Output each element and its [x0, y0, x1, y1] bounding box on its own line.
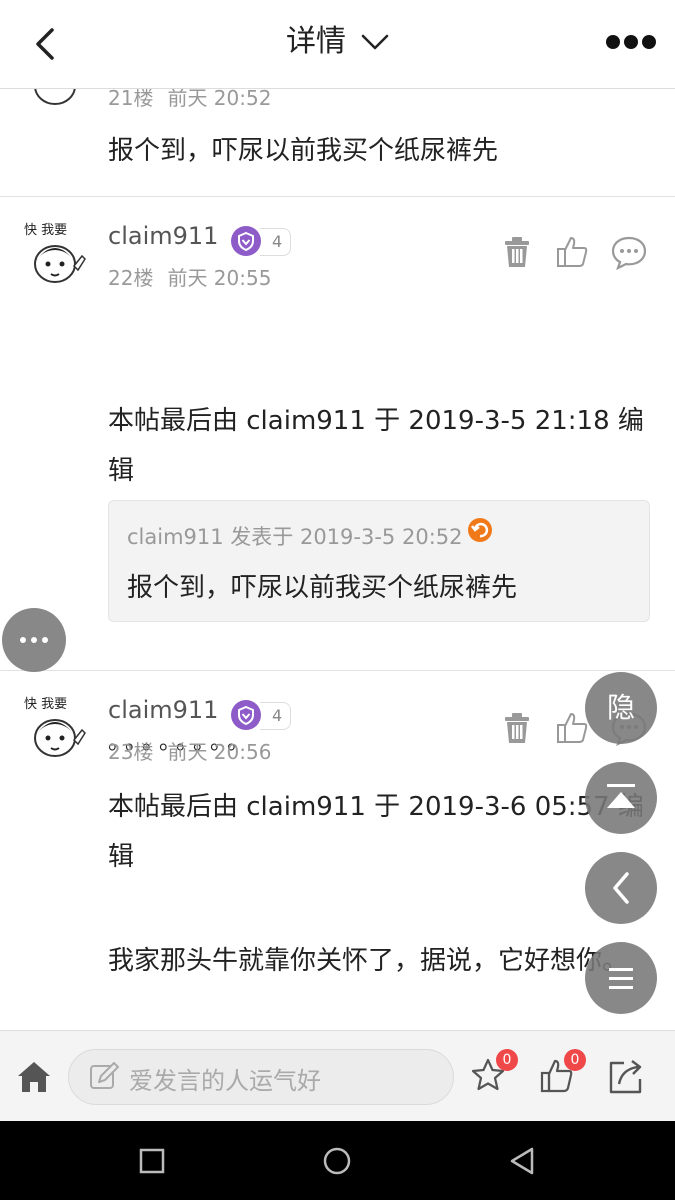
comment-icon [611, 236, 647, 271]
hide-label: 隐 [606, 691, 635, 724]
square-icon [139, 1148, 165, 1174]
floor-number: 22楼 [108, 266, 154, 290]
menu-button[interactable] [585, 942, 657, 1014]
edit-note: 本帖最后由 claim911 于 2019-3-5 21:18 编辑 [108, 406, 644, 486]
avatar-image [34, 88, 76, 105]
quick-actions-button[interactable] [2, 608, 66, 672]
thumbs-up-icon [557, 237, 588, 267]
reply-input[interactable]: 爱发言的人运气好 [68, 1049, 454, 1105]
post-22: 快 我要 claim911 4 22楼 前天 20:55 本帖最后由 claim… [0, 196, 675, 755]
post-time: 前天 20:52 [167, 88, 272, 110]
favorite-button[interactable]: 0 [470, 1049, 518, 1097]
share-icon [609, 1060, 642, 1094]
post-meta: 23楼 前天 20:56 [108, 736, 271, 765]
avatar[interactable]: 快 我要 [22, 694, 88, 760]
level-badge [231, 226, 261, 256]
top-bar: 详情 [0, 0, 675, 89]
bottom-toolbar: 爱发言的人运气好 0 0 [0, 1030, 675, 1122]
post-21: 21楼 前天 20:52 报个到，吓尿以前我买个纸尿裤先 [0, 88, 675, 197]
username[interactable]: claim911 [108, 696, 218, 724]
scroll-top-icon [607, 784, 635, 808]
post-23: 快 我要 claim911 4 23楼 前天 20:56 本帖最后由 claim… [0, 670, 675, 1030]
scroll-top-button[interactable] [585, 762, 657, 834]
favorite-count-badge: 0 [496, 1049, 518, 1071]
edit-icon [90, 1062, 119, 1089]
quote-text: 报个到，吓尿以前我买个纸尿裤先 [127, 573, 518, 603]
page-title: 详情 [285, 24, 346, 59]
home-icon [18, 1062, 50, 1092]
username[interactable]: claim911 [108, 222, 218, 250]
post-time: 前天 20:56 [167, 740, 272, 764]
level-badge [231, 700, 261, 730]
triangle-back-icon [510, 1147, 534, 1175]
avatar-caption: 快 我要 [24, 223, 67, 238]
avatar-caption: 快 我要 [24, 697, 67, 712]
post-time: 前天 20:55 [167, 266, 272, 290]
quote-meta: claim911 发表于 2019-3-5 20:52 [127, 525, 463, 549]
avatar-image: 快 我要 [24, 697, 86, 757]
system-nav-bar [0, 1121, 675, 1200]
back-nav-button[interactable] [506, 1145, 538, 1177]
more-icon [606, 35, 656, 49]
menu-icon [609, 968, 633, 989]
shield-icon [238, 705, 254, 726]
title-dropdown[interactable]: 详情 [0, 22, 675, 66]
chevron-down-icon [361, 34, 389, 50]
level-number: 4 [260, 702, 292, 730]
hide-button[interactable]: 隐 [585, 672, 657, 744]
floor-number: 21楼 [108, 88, 154, 110]
quote-block[interactable]: claim911 发表于 2019-3-5 20:52 报个到，吓尿以前我买个纸… [108, 500, 650, 622]
thread-like-button[interactable]: 0 [538, 1049, 586, 1097]
trash-icon [505, 713, 529, 743]
delete-button[interactable] [499, 234, 535, 270]
avatar[interactable] [22, 88, 88, 108]
chevron-left-icon [613, 872, 629, 904]
like-button[interactable] [555, 234, 591, 270]
post-body: 我家那头牛就靠你关怀了，据说，它好想你。 [108, 946, 629, 976]
ellipsis-icon [20, 637, 48, 643]
post-actions [499, 234, 659, 271]
quote-jump-icon[interactable] [467, 517, 493, 543]
share-button[interactable] [606, 1055, 646, 1097]
post-meta: 22楼 前天 20:55 [108, 262, 271, 291]
shield-icon [238, 231, 254, 252]
trash-icon [505, 237, 529, 267]
more-button[interactable] [605, 30, 657, 54]
reply-placeholder: 爱发言的人运气好 [129, 1067, 321, 1095]
thread-content[interactable]: 21楼 前天 20:52 报个到，吓尿以前我买个纸尿裤先 快 我要 claim91… [0, 88, 675, 1030]
post-body: 报个到，吓尿以前我买个纸尿裤先 [108, 136, 499, 166]
recents-button[interactable] [136, 1145, 168, 1177]
delete-button[interactable] [499, 710, 535, 746]
avatar[interactable]: 快 我要 [22, 220, 88, 286]
post-meta: 21楼 前天 20:52 [108, 88, 271, 111]
level-number: 4 [260, 228, 292, 256]
circle-icon [323, 1147, 351, 1175]
like-count-badge: 0 [564, 1049, 586, 1071]
comment-button[interactable] [611, 234, 647, 271]
edit-note: 本帖最后由 claim911 于 2019-3-6 05:57 编辑 [108, 792, 644, 872]
home-button[interactable] [14, 1057, 54, 1097]
floor-number: 23楼 [108, 740, 154, 764]
avatar-image: 快 我要 [24, 223, 86, 283]
back-float-button[interactable] [585, 852, 657, 924]
home-nav-button[interactable] [321, 1145, 353, 1177]
